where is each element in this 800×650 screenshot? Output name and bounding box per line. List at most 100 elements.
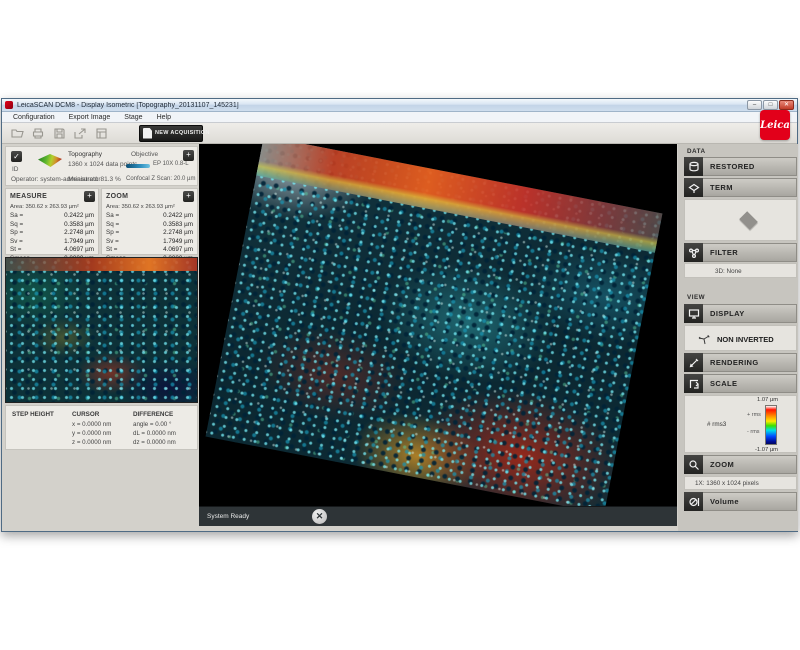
export-icon[interactable] [71, 125, 89, 141]
open-folder-icon[interactable] [8, 125, 26, 141]
scale-rms-label: # rms3 [707, 421, 726, 428]
printer-icon[interactable] [29, 125, 47, 141]
window-title: LeicaSCAN DCM8 - Display Isometric [Topo… [17, 102, 747, 109]
scale-button[interactable]: SCALE [684, 374, 797, 393]
app-icon [5, 101, 13, 109]
measure-row: Sa =0.2422 µm [6, 212, 98, 221]
objective-bar [126, 164, 150, 168]
restored-icon [684, 157, 703, 176]
scale-plus-rms: + rms [747, 412, 761, 418]
page: LeicaSCAN DCM8 - Display Isometric [Topo… [0, 0, 800, 650]
zoom-row: St =4.0697 µm [102, 246, 197, 255]
scale-icon [684, 374, 703, 393]
cursor-title: CURSOR [72, 411, 99, 418]
scale-max-label: 1.07 µm [757, 397, 778, 403]
measured-label: Measured: 81.3 % [68, 176, 121, 183]
scale-min-label: -1.07 µm [755, 447, 778, 453]
difference-dl: dL = 0.0000 nm [133, 430, 176, 437]
menu-configuration[interactable]: Configuration [6, 112, 62, 123]
confocal-scan-label: Confocal Z Scan: 20.0 µm [126, 176, 196, 182]
measure-area: Area: 350.62 x 263.93 µm² [6, 203, 98, 212]
restored-button[interactable]: RESTORED [684, 157, 797, 176]
term-plane-icon [739, 211, 758, 230]
menu-help[interactable]: Help [150, 112, 178, 123]
leica-logo-text: Leica [760, 120, 790, 131]
menu-bar: Configuration Export Image Stage Help [2, 112, 797, 123]
zoom-button[interactable]: ZOOM [684, 455, 797, 474]
cursor-z: z = 0.0000 nm [72, 439, 111, 446]
axes-icon [697, 332, 711, 351]
volume-button[interactable]: Volume [684, 492, 797, 511]
cursor-x: x = 0.0000 nm [72, 421, 111, 428]
dataset-checkbox[interactable]: ✓ [11, 151, 22, 162]
menu-export-image[interactable]: Export Image [62, 112, 118, 123]
term-preview [684, 199, 797, 241]
close-button[interactable]: ✕ [779, 100, 794, 110]
filter-button[interactable]: FILTER [684, 243, 797, 262]
status-bar: System Ready ✕ [199, 506, 677, 526]
objective-label: Objective [131, 151, 158, 158]
topography-3d-surface[interactable] [206, 144, 663, 514]
measure-panel: MEASURE + Area: 350.62 x 263.93 µm² Sa =… [5, 188, 99, 255]
step-height-panel: STEP HEIGHT CURSOR x = 0.0000 nm y = 0.0… [5, 405, 198, 450]
save-icon[interactable] [50, 125, 68, 141]
zoom-row: Sa =0.2422 µm [102, 212, 197, 221]
zoom-measure-panel: ZOOM + Area: 350.62 x 263.93 µm² Sa =0.2… [101, 188, 198, 255]
zoom-row: Sv =1.7949 µm [102, 238, 197, 247]
filter-icon [684, 243, 703, 262]
zoom-expand-button[interactable]: + [183, 191, 194, 202]
new-acquisition-label: NEW ACQUISITION [155, 130, 210, 136]
difference-title: DIFFERENCE [133, 411, 173, 418]
measure-row: Sp =2.2748 µm [6, 229, 98, 238]
display-value: NON INVERTED [717, 335, 774, 344]
rendering-icon [684, 353, 703, 372]
menu-stage[interactable]: Stage [117, 112, 149, 123]
zoom-row: Sp =2.2748 µm [102, 229, 197, 238]
filter-value-box: 3D: None [684, 263, 797, 278]
toolbar: NEW ACQUISITION [2, 123, 797, 144]
rendering-button[interactable]: RENDERING [684, 353, 797, 372]
status-close-icon[interactable]: ✕ [312, 509, 327, 524]
step-height-title: STEP HEIGHT [12, 411, 54, 418]
main-content: ✓ ID Topography 1360 x 1024 data points … [2, 144, 797, 531]
measure-row: Sq =0.3583 µm [6, 221, 98, 230]
tools-panel: DATA RESTORED TERM [678, 144, 798, 531]
data-section-label: DATA [687, 148, 706, 155]
measure-expand-button[interactable]: + [84, 191, 95, 202]
zoom-box-title: ZOOM [106, 193, 128, 200]
objective-value: EP 10X 0.8-L [153, 161, 189, 167]
maximize-button[interactable]: □ [763, 100, 778, 110]
acquisition-info-panel: ✓ ID Topography 1360 x 1024 data points … [5, 146, 198, 186]
dataset-title: Topography [68, 151, 102, 158]
difference-angle: angle = 0.00 ° [133, 421, 171, 428]
application-window: LeicaSCAN DCM8 - Display Isometric [Topo… [1, 98, 798, 532]
volume-icon [684, 492, 703, 511]
acquisition-doc-icon [143, 128, 152, 139]
measure-row: Sv =1.7949 µm [6, 238, 98, 247]
cursor-y: y = 0.0000 nm [72, 430, 111, 437]
zoom-area: Area: 350.62 x 263.93 µm² [102, 203, 197, 212]
title-bar[interactable]: LeicaSCAN DCM8 - Display Isometric [Topo… [2, 99, 797, 112]
id-label: ID [12, 166, 19, 173]
info-expand-button[interactable]: + [183, 150, 194, 161]
zoom-row: Sq =0.3583 µm [102, 221, 197, 230]
term-button[interactable]: TERM [684, 178, 797, 197]
scale-legend: # rms3 1.07 µm + rms - rms -1.07 µm [684, 395, 797, 453]
filter-value: 3D: None [715, 268, 742, 275]
display-button[interactable]: DISPLAY [684, 304, 797, 323]
topography-thumbnail-icon [38, 154, 62, 167]
display-value-box: NON INVERTED [684, 325, 797, 351]
scale-minus-rms: - rms [747, 429, 760, 435]
colormap-bar [765, 405, 777, 445]
minimize-button[interactable]: – [747, 100, 762, 110]
status-text: System Ready [207, 513, 249, 520]
new-acquisition-button[interactable]: NEW ACQUISITION [139, 125, 203, 142]
zoom-value: 1X: 1360 x 1024 pixels [695, 480, 759, 487]
topography-2d-preview[interactable] [5, 257, 198, 403]
view-section-label: VIEW [687, 294, 705, 301]
report-icon[interactable] [92, 125, 110, 141]
measure-row: St =4.0697 µm [6, 246, 98, 255]
isometric-3d-view[interactable]: System Ready ✕ [199, 144, 677, 526]
magnifier-icon [684, 455, 703, 474]
leica-logo: Leica [760, 110, 790, 140]
